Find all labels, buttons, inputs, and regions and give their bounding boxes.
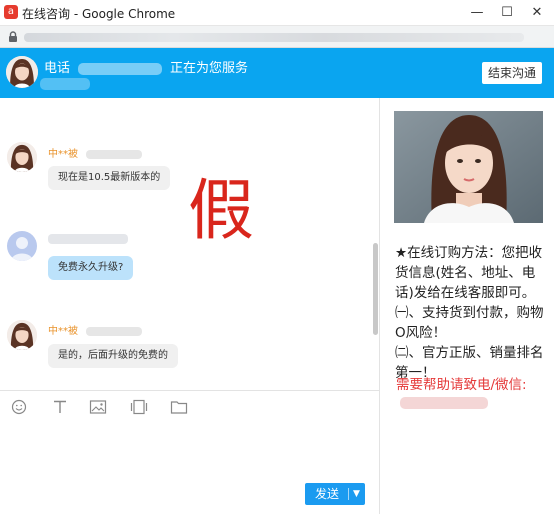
user-name-redacted: [48, 234, 128, 244]
folder-icon[interactable]: [170, 399, 188, 415]
promo-text: ★在线订购方法：您把收货信息(姓名、地址、电话)发给在线客服即可。 ㈠、支持货到…: [395, 243, 545, 383]
minimize-button[interactable]: —: [460, 0, 494, 26]
url-redacted: [24, 33, 524, 42]
agent-avatar: [6, 56, 38, 88]
agent-photo: [394, 111, 543, 223]
agent-name: 中**被: [48, 322, 142, 337]
fake-watermark: 假: [188, 172, 254, 249]
subtitle-redacted: [40, 78, 90, 90]
window-titlebar: a 在线咨询 - Google Chrome — ☐ ✕: [0, 0, 554, 26]
address-bar[interactable]: [0, 26, 554, 48]
user-message-bubble: 免费永久升级?: [48, 256, 134, 280]
agent-name: 中**被: [48, 145, 142, 160]
input-toolbar: [0, 390, 380, 422]
image-icon[interactable]: [89, 399, 107, 415]
send-label: 发送: [315, 487, 340, 501]
screenshot-icon[interactable]: [130, 399, 148, 415]
agent-avatar: [7, 142, 37, 172]
window-title: 在线咨询 - Google Chrome: [22, 7, 176, 21]
contact-redacted: [400, 397, 488, 409]
header-phone-label: 电话: [44, 61, 71, 76]
header-title: 电话 正在为您服务: [44, 57, 248, 76]
maximize-button[interactable]: ☐: [490, 0, 524, 26]
agent-message-bubble: 现在是10.5最新版本的: [48, 166, 171, 190]
send-separator: [348, 488, 349, 500]
send-button[interactable]: 发送 ▼: [305, 483, 365, 505]
user-avatar: [7, 231, 37, 261]
text-format-icon[interactable]: [51, 399, 69, 415]
app-icon: a: [4, 5, 18, 19]
emoji-icon[interactable]: [10, 399, 28, 415]
help-text: 需要帮助请致电/微信:: [396, 377, 527, 393]
end-chat-button[interactable]: 结束沟通: [482, 62, 542, 84]
close-button[interactable]: ✕: [520, 0, 554, 26]
chat-scrollbar[interactable]: [373, 243, 378, 335]
agent-avatar: [7, 320, 37, 350]
header-status: 正在为您服务: [170, 61, 249, 76]
send-dropdown-icon[interactable]: ▼: [353, 483, 360, 505]
help-contact: 需要帮助请致电/微信:: [396, 376, 546, 412]
chat-header: 电话 正在为您服务: [0, 48, 554, 98]
agent-message-bubble: 是的，后面升级的免费的: [48, 344, 178, 368]
lock-icon: [9, 31, 17, 42]
promo-line: ㈠、支持货到付款，购物O风险！: [395, 305, 544, 341]
promo-line: ★在线订购方法：您把收货信息(姓名、地址、电话)发给在线客服即可。: [395, 245, 543, 301]
phone-redacted: [78, 62, 163, 75]
